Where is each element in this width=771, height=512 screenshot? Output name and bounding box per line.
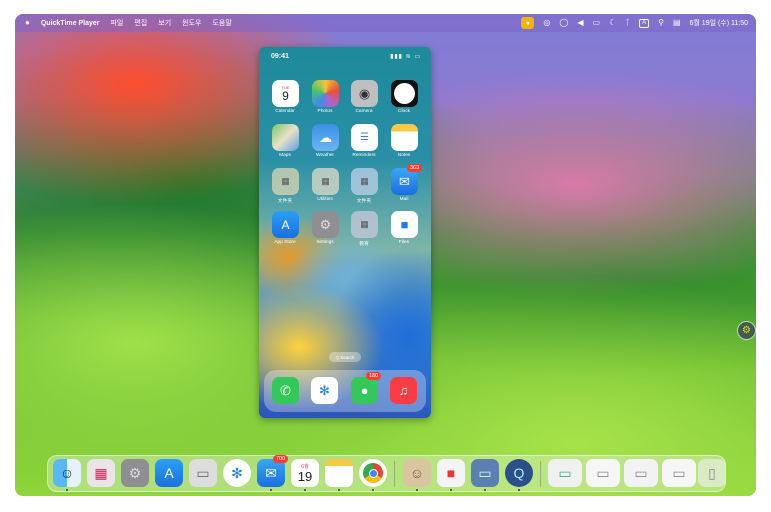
macos-dock: ☺ ▦ ⚙ A ▭ ✻ ✉ 700 6월 19 ☺ ■ ▭ Q ▭ ▭ ▭ ▭ … (47, 455, 726, 492)
folder-icon[interactable]: ▦ (272, 168, 299, 195)
app-menu-quicktime[interactable]: QuickTime Player (41, 20, 100, 27)
menu-view[interactable]: 보기 (158, 18, 171, 28)
dock-mail-badge: 700 (273, 455, 289, 463)
chat-icon[interactable]: ◯ (559, 18, 568, 28)
running-indicator (66, 489, 68, 491)
bluetooth-icon[interactable]: ᛏ (625, 18, 630, 28)
trash-icon[interactable]: ▯ (698, 459, 726, 487)
calendar-icon[interactable]: 6월 19 (291, 459, 319, 487)
mail-icon[interactable]: ✉ (257, 459, 285, 487)
phone-call-icon[interactable]: ✆ (272, 377, 299, 404)
dock-calendar-date: 19 (297, 468, 313, 484)
phone-time: 09:41 (271, 53, 289, 60)
menu-file[interactable]: 파일 (110, 18, 123, 28)
app-label-mail: Mail (399, 197, 409, 202)
reminders-icon[interactable]: ☰ (351, 124, 378, 151)
notes-icon[interactable] (391, 124, 418, 151)
launchpad-icon[interactable]: ▦ (87, 459, 115, 487)
mail-badge: 363 (407, 164, 423, 172)
notes-icon[interactable] (325, 459, 353, 487)
app-label-folder-1: 文件夹 (277, 199, 293, 204)
screen-record-icon[interactable]: ◎ (543, 18, 550, 28)
app-store-icon[interactable]: A (155, 459, 183, 487)
running-indicator (484, 489, 486, 491)
app-label-reminders: Reminders (352, 153, 376, 158)
input-source-indicator[interactable]: A (639, 18, 650, 28)
clock-text[interactable]: 6월 19일 (수) 11:50 (690, 18, 749, 28)
recent-document-icon[interactable]: ■ (437, 459, 465, 487)
chrome-icon[interactable] (359, 459, 387, 487)
recent-app-thumbnail-icon[interactable]: ☺ (403, 459, 431, 487)
weather-icon[interactable]: ☁ (312, 124, 339, 151)
menu-bar: ● QuickTime Player 파일 편집 보기 윈도우 도움말 ● ◎ … (15, 14, 756, 32)
running-indicator (416, 489, 418, 491)
minimized-window-1-icon[interactable]: ▭ (548, 459, 582, 487)
running-indicator (338, 489, 340, 491)
app-label-files: Files (398, 240, 410, 245)
menu-help[interactable]: 도움말 (212, 18, 231, 28)
system-settings-icon[interactable]: ⚙ (121, 459, 149, 487)
calendar-app-icon[interactable]: TUE 9 (272, 80, 299, 107)
control-center-icon[interactable]: ▤ (673, 18, 681, 28)
app-label-photos: Photos (317, 109, 333, 114)
photos-icon[interactable] (312, 80, 339, 107)
apple-menu-icon[interactable]: ● (25, 18, 30, 28)
desktop: ● QuickTime Player 파일 편집 보기 윈도우 도움말 ● ◎ … (15, 14, 756, 496)
quicktime-icon[interactable]: Q (505, 459, 533, 487)
preview-icon[interactable]: ▭ (189, 459, 217, 487)
minimized-window-4-icon[interactable]: ▭ (662, 459, 696, 487)
utilities-folder-icon[interactable]: ▦ (312, 168, 339, 195)
finder-icon[interactable]: ☺ (53, 459, 81, 487)
app-label-notes: Notes (397, 153, 411, 158)
app-label-app-store: App Store (274, 240, 296, 245)
messages-badge: 180 (366, 372, 382, 380)
volume-icon[interactable]: ◀ (577, 18, 583, 28)
app-label-clock: Clock (398, 109, 410, 114)
settings-icon[interactable]: ⚙ (312, 211, 339, 238)
phone-search-pill[interactable]: Q Search (329, 352, 361, 362)
minimized-window-2-icon[interactable]: ▭ (586, 459, 620, 487)
screenshot-app-icon[interactable]: ▭ (471, 459, 499, 487)
running-indicator (518, 489, 520, 491)
menu-window[interactable]: 윈도우 (182, 18, 201, 28)
mail-icon[interactable]: ✉ (391, 168, 418, 195)
dock-separator (540, 461, 541, 487)
running-indicator (372, 489, 374, 491)
running-indicator (304, 489, 306, 491)
app-label-utilities: Utilities (317, 197, 333, 202)
microphone-icon[interactable]: ● (521, 17, 535, 29)
focus-moon-icon[interactable]: ☾ (609, 18, 616, 28)
music-icon[interactable]: ♫ (390, 377, 417, 404)
app-store-icon[interactable]: A (272, 211, 299, 238)
running-indicator (450, 489, 452, 491)
app-label-settings: Settings (316, 240, 334, 245)
calendar-date: 9 (282, 89, 289, 103)
phone-status-icons: ▮▮▮ ≋ ▭ (390, 54, 421, 60)
folder-icon[interactable]: ▦ (351, 168, 378, 195)
clock-icon[interactable] (391, 80, 418, 107)
maps-icon[interactable] (272, 124, 299, 151)
dock-separator (394, 461, 395, 487)
app-label-maps: Maps (279, 153, 291, 158)
camera-icon[interactable]: ◉ (351, 80, 378, 107)
app-label-education: 教育 (359, 242, 369, 247)
messages-icon[interactable]: ● (351, 377, 378, 404)
safari-icon[interactable]: ✻ (311, 377, 338, 404)
app-label-calendar: Calendar (275, 109, 295, 114)
minimized-window-3-icon[interactable]: ▭ (624, 459, 658, 487)
app-label-camera: Camera (355, 109, 373, 114)
app-label-weather: Weather (315, 153, 335, 158)
safari-icon[interactable]: ✻ (223, 459, 251, 487)
files-icon[interactable]: ■ (391, 211, 418, 238)
running-indicator (270, 489, 272, 491)
display-icon[interactable]: ▭ (593, 18, 601, 28)
iphone-mirror-window[interactable]: 09:41 ▮▮▮ ≋ ▭ TUE 9 Calendar Photos ◉ Ca… (259, 47, 431, 418)
menu-edit[interactable]: 편집 (134, 18, 147, 28)
education-folder-icon[interactable]: ▦ (351, 211, 378, 238)
phone-dock: ✆ ✻ ● 180 ♫ (264, 370, 426, 412)
app-label-folder-2: 文件夹 (356, 199, 372, 204)
accessibility-shortcut-icon[interactable]: ⚙ (737, 321, 756, 340)
search-icon[interactable]: ⚲ (658, 18, 664, 28)
